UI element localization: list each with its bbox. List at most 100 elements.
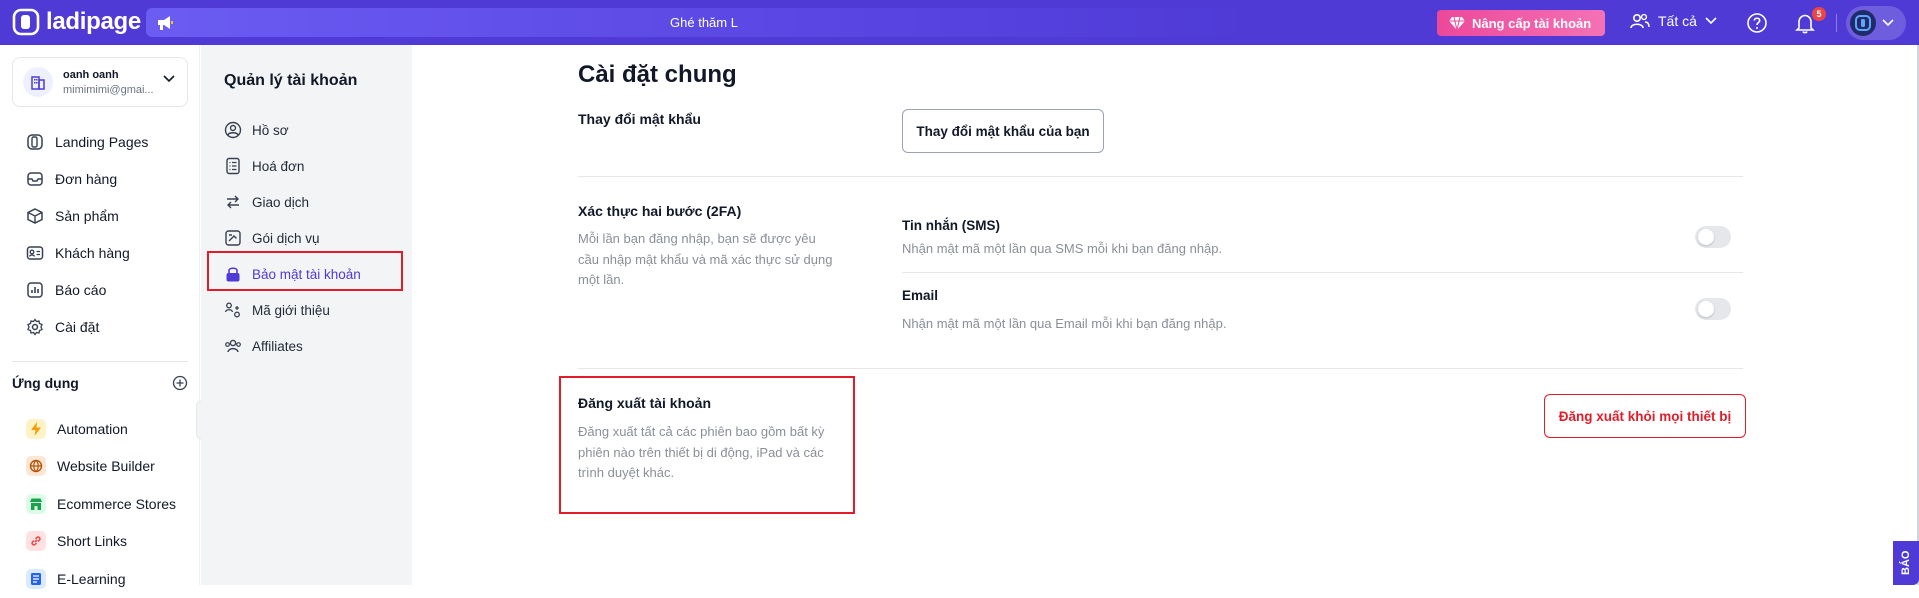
building-icon [31, 76, 45, 90]
globe-icon [26, 456, 46, 477]
referral-icon [224, 302, 240, 318]
ladipage-logo-icon [12, 8, 40, 36]
box-icon [27, 207, 43, 224]
avatar [1850, 10, 1876, 36]
account-menu-label: Gói dịch vụ [252, 230, 320, 246]
add-circle-icon[interactable] [172, 375, 188, 391]
inbox-icon [27, 171, 43, 186]
apps-list: Automation Website Builder Ecommerce Sto… [0, 410, 200, 598]
sidebar-divider [12, 361, 188, 362]
diamond-icon [1449, 16, 1465, 30]
workspace-switcher[interactable]: Tất cả [1630, 12, 1717, 30]
account-menu-label: Affiliates [252, 338, 303, 354]
app-item-label: Automation [57, 420, 128, 437]
chevron-down-icon [1705, 17, 1717, 25]
main-nav: Landing Pages Đơn hàng Sản phẩm Khách hà… [0, 123, 200, 345]
store-icon [26, 493, 46, 514]
app-item-ecommerce-stores[interactable]: Ecommerce Stores [0, 485, 200, 523]
page-icon [27, 133, 43, 150]
apps-header: Ứng dụng [12, 375, 188, 391]
account-menu-label: Giao dịch [252, 194, 310, 210]
avatar-logo-icon [1855, 15, 1871, 31]
account-menu-transactions[interactable]: Giao dịch [201, 184, 412, 220]
nav-item-label: Đơn hàng [55, 170, 118, 187]
contact-card-icon [26, 245, 44, 260]
nav-item-products[interactable]: Sản phẩm [0, 197, 200, 234]
announcement-text: Ghé thăm L [670, 15, 738, 30]
link-icon [26, 531, 46, 552]
app-item-automation[interactable]: Automation [0, 410, 200, 448]
account-menu-label: Hoá đơn [252, 158, 305, 174]
account-email: mimimimi@gmai... [63, 83, 154, 96]
app-item-label: Website Builder [57, 458, 155, 475]
email-option-title: Email [902, 288, 939, 303]
nav-item-orders[interactable]: Đơn hàng [0, 160, 200, 197]
logout-all-devices-button[interactable]: Đăng xuất khỏi mọi thiết bị [1544, 394, 1746, 438]
app-item-label: Short Links [57, 533, 128, 550]
highlight-box-security [207, 251, 403, 291]
brand-logo[interactable]: ladipage [12, 8, 141, 36]
nav-item-label: Khách hàng [55, 244, 130, 261]
email-2fa-toggle[interactable] [1695, 298, 1731, 320]
upgrade-account-button[interactable]: Nâng cấp tài khoản [1437, 10, 1606, 36]
top-bar: ladipage Ghé thăm L Nâng cấp tài khoản T… [0, 0, 1919, 45]
change-password-title: Thay đổi mật khẩu [578, 111, 701, 127]
notification-badge: 5 [1812, 7, 1826, 21]
nav-item-label: Cài đặt [55, 318, 100, 335]
app-item-short-links[interactable]: Short Links [0, 523, 200, 561]
team-icon [1630, 13, 1650, 29]
user-circle-icon [224, 121, 242, 139]
gear-icon [27, 317, 43, 336]
package-icon [225, 230, 241, 246]
account-name: oanh oanh [63, 68, 119, 81]
apps-title: Ứng dụng [12, 375, 79, 391]
page-title: Cài đặt chung [578, 61, 737, 88]
app-item-label: Ecommerce Stores [57, 495, 177, 512]
account-avatar [23, 67, 53, 97]
account-management-title: Quản lý tài khoản [224, 72, 358, 89]
topbar-divider [1836, 14, 1837, 32]
change-password-button[interactable]: Thay đổi mật khẩu của bạn [902, 109, 1104, 153]
account-menu-profile[interactable]: Hồ sơ [201, 112, 412, 148]
announcement-bar[interactable]: Ghé thăm L [146, 8, 1262, 37]
upgrade-label: Nâng cấp tài khoản [1472, 15, 1592, 31]
nav-item-label: Landing Pages [55, 133, 149, 150]
report-feedback-tab[interactable]: BÁO [1893, 541, 1919, 585]
account-menu-label: Mã giới thiệu [252, 302, 330, 318]
sms-option-description: Nhận mật mã một lần qua SMS mỗi khi bạn … [902, 241, 1223, 256]
bolt-icon [26, 418, 46, 439]
account-switcher[interactable]: oanh oanh mimimimi@gmai... [12, 57, 188, 107]
users-icon [225, 339, 241, 353]
nav-item-landing-pages[interactable]: Landing Pages [0, 123, 200, 160]
account-management-panel: Quản lý tài khoản Hồ sơ Hoá đơn Giao dịc… [201, 45, 412, 585]
nav-item-reports[interactable]: Báo cáo [0, 271, 200, 308]
nav-item-customers[interactable]: Khách hàng [0, 234, 200, 271]
app-item-label: E-Learning [57, 570, 126, 587]
account-menu-referral-code[interactable]: Mã giới thiệu [201, 292, 412, 328]
user-menu[interactable] [1846, 6, 1906, 40]
workspace-label: Tất cả [1658, 13, 1697, 29]
twofa-description: Mỗi lần bạn đăng nhập, bạn sẽ được yêu c… [578, 231, 833, 287]
app-item-e-learning[interactable]: E-Learning [0, 560, 200, 598]
chart-icon [27, 281, 43, 298]
nav-item-label: Báo cáo [55, 281, 107, 298]
sms-option-title: Tin nhắn (SMS) [902, 218, 1000, 233]
chevron-down-icon [1882, 19, 1894, 27]
highlight-box-logout [559, 376, 855, 514]
main-sidebar: oanh oanh mimimimi@gmai... Landing Pages… [0, 45, 200, 589]
book-icon [26, 568, 46, 589]
help-icon[interactable] [1746, 12, 1768, 34]
brand-name: ladipage [46, 8, 141, 35]
nav-item-label: Sản phẩm [55, 207, 119, 224]
section-divider [578, 176, 1743, 177]
transfer-icon [227, 195, 239, 209]
app-item-website-builder[interactable]: Website Builder [0, 448, 200, 486]
account-menu-affiliates[interactable]: Affiliates [201, 328, 412, 364]
twofa-title: Xác thực hai bước (2FA) [578, 203, 742, 219]
account-menu: Hồ sơ Hoá đơn Giao dịch Gói dịch vụ Bảo … [201, 112, 412, 364]
option-divider [902, 272, 1743, 273]
section-divider [578, 368, 1743, 369]
sms-2fa-toggle[interactable] [1695, 226, 1731, 248]
nav-item-settings[interactable]: Cài đặt [0, 308, 200, 345]
account-menu-invoices[interactable]: Hoá đơn [201, 148, 412, 184]
